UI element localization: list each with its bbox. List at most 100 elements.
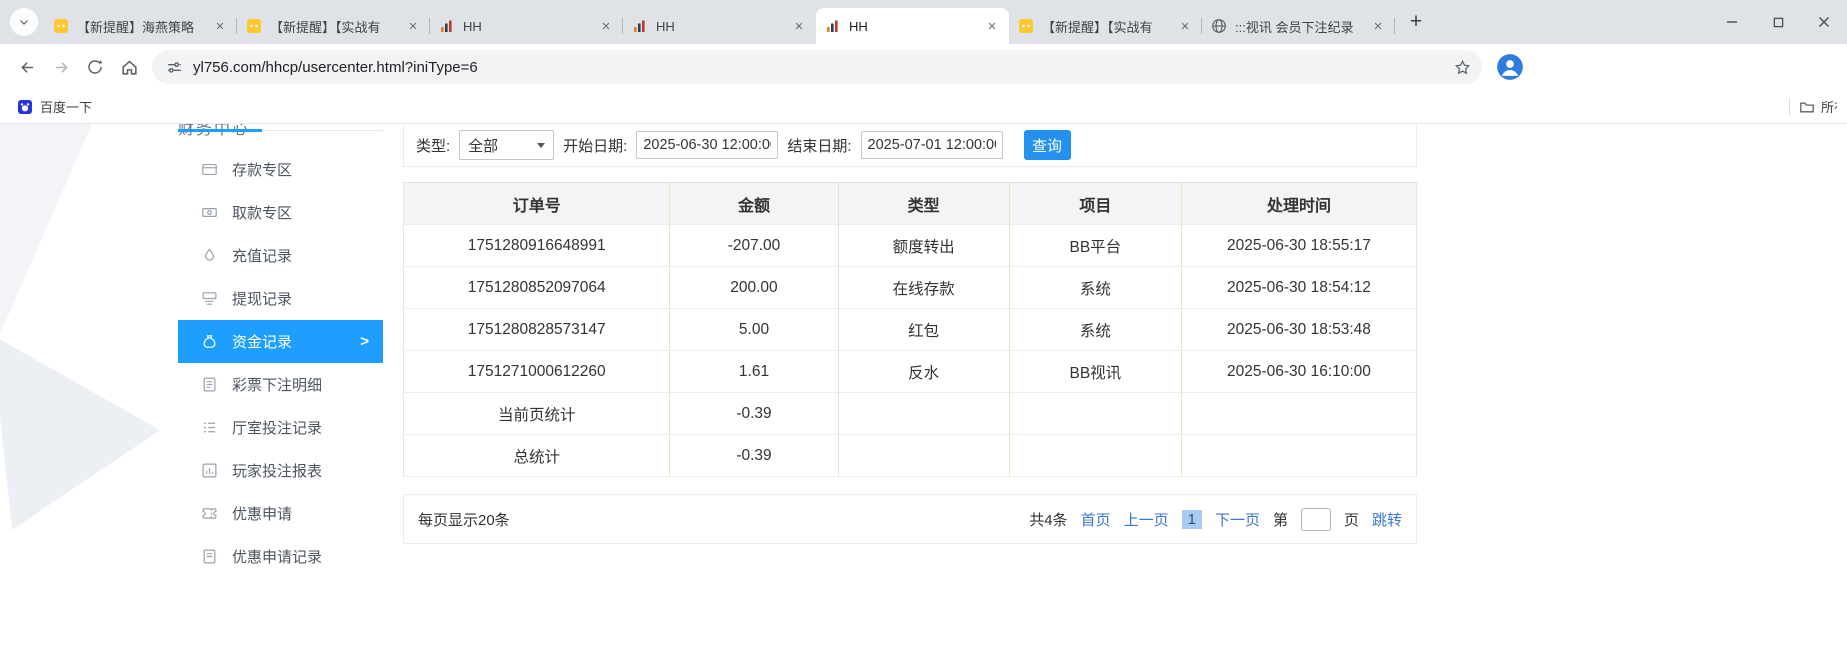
- baidu-favicon: [17, 99, 33, 115]
- browser-tab-6[interactable]: 【新提醒】【实战有: [1009, 8, 1202, 44]
- site-controls-icon[interactable]: [166, 59, 183, 76]
- current-page-indicator: 1: [1182, 510, 1202, 529]
- address-bar[interactable]: yl756.com/hhcp/usercenter.html?iniType=6: [152, 50, 1482, 84]
- bank-card-icon: [201, 161, 218, 178]
- profile-avatar[interactable]: [1496, 53, 1524, 81]
- tab-title: HH: [463, 19, 592, 34]
- tab-close-icon[interactable]: [211, 18, 228, 35]
- sidebar-item-player-bet-report[interactable]: 玩家投注报表: [178, 449, 383, 492]
- home-button[interactable]: [112, 50, 146, 84]
- table-row: 1751280916648991 -207.00 额度转出 BB平台 2025-…: [404, 225, 1417, 267]
- url-text[interactable]: yl756.com/hhcp/usercenter.html?iniType=6: [193, 59, 1438, 76]
- browser-tab-5-active[interactable]: HH: [816, 8, 1009, 44]
- type-select[interactable]: 全部: [459, 130, 554, 160]
- back-button[interactable]: [10, 50, 44, 84]
- sidebar-item-recharge-record[interactable]: 充值记录: [178, 234, 383, 277]
- cell-order-no: 1751271000612260: [404, 351, 670, 393]
- bookmark-star-icon[interactable]: [1448, 53, 1476, 81]
- chevron-down-icon: [18, 16, 30, 28]
- cell-project: BB平台: [1009, 225, 1181, 267]
- chat-icon: [1018, 18, 1034, 34]
- sidebar-item-hall-bet-record[interactable]: 厅室投注记录: [178, 406, 383, 449]
- jump-prefix-label: 第: [1273, 509, 1288, 530]
- tab-title: :::视讯 会员下注纪录: [1235, 17, 1364, 36]
- sidebar-item-deposit-zone[interactable]: 存款专区: [178, 148, 383, 191]
- chevron-right-icon: >: [360, 333, 369, 350]
- cell-type: 额度转出: [838, 225, 1009, 267]
- browser-tab-2[interactable]: 【新提醒】【实战有: [237, 8, 430, 44]
- new-tab-button[interactable]: +: [1401, 7, 1431, 37]
- banknote-icon: [201, 204, 218, 221]
- sidebar-item-promo-apply-record[interactable]: 优惠申请记录: [178, 535, 383, 564]
- active-tab-underline: [178, 129, 262, 132]
- tab-close-icon[interactable]: [983, 18, 1000, 35]
- cell-empty: [1181, 435, 1416, 477]
- tab-title: 【新提醒】海燕策略: [77, 17, 206, 36]
- start-date-label: 开始日期:: [563, 135, 627, 156]
- sidebar-item-withdraw-zone[interactable]: 取款专区: [178, 191, 383, 234]
- cell-amount: 5.00: [670, 309, 838, 351]
- type-label: 类型:: [416, 135, 450, 156]
- tab-strip: 【新提醒】海燕策略 【新提醒】【实战有 HH HH HH 【新提醒】【实战有 :…: [0, 0, 1847, 44]
- document-record-icon: [201, 548, 218, 564]
- pagination-controls: 共4条 首页 上一页 1 下一页 第 页 跳转: [1029, 508, 1402, 531]
- cell-process-time: 2025-06-30 18:54:12: [1181, 267, 1416, 309]
- chat-icon: [53, 18, 69, 34]
- table-row: 1751280852097064 200.00 在线存款 系统 2025-06-…: [404, 267, 1417, 309]
- close-button[interactable]: [1801, 0, 1847, 44]
- jump-link[interactable]: 跳转: [1372, 509, 1402, 530]
- bookmark-baidu[interactable]: 百度一下: [10, 94, 99, 119]
- all-bookmarks-button[interactable]: 所有书签: [1799, 97, 1837, 116]
- table-row-grand-total: 总统计 -0.39: [404, 435, 1417, 477]
- sidebar-item-lottery-bet-detail[interactable]: 彩票下注明细: [178, 363, 383, 406]
- first-page-link[interactable]: 首页: [1081, 509, 1111, 530]
- sidebar-item-funds-record[interactable]: 资金记录 >: [178, 320, 383, 363]
- sidebar-item-promo-apply[interactable]: 优惠申请: [178, 492, 383, 535]
- bookmark-label: 百度一下: [40, 97, 92, 116]
- reload-button[interactable]: [78, 50, 112, 84]
- filter-bar: 类型: 全部 开始日期: 结束日期: 查询: [403, 124, 1417, 167]
- maximize-button[interactable]: [1755, 0, 1801, 44]
- cell-empty: [1009, 435, 1181, 477]
- tab-title: 【新提醒】【实战有: [1042, 17, 1171, 36]
- tab-close-icon[interactable]: [1369, 18, 1386, 35]
- tab-close-icon[interactable]: [790, 18, 807, 35]
- tab-search-button[interactable]: [10, 8, 38, 36]
- end-date-input[interactable]: [861, 131, 1003, 159]
- cell-project: 系统: [1009, 267, 1181, 309]
- sidebar-menu: 存款专区 取款专区 充值记录 提现记录 资金记录 > 彩票下注明: [178, 148, 383, 564]
- sidebar-header: 财务中心: [178, 124, 383, 131]
- cell-process-time: 2025-06-30 18:55:17: [1181, 225, 1416, 267]
- tab-close-icon[interactable]: [404, 18, 421, 35]
- all-bookmarks-label: 所有书签: [1821, 97, 1837, 116]
- browser-tab-1[interactable]: 【新提醒】海燕策略: [44, 8, 237, 44]
- cell-label: 总统计: [404, 435, 670, 477]
- query-button[interactable]: 查询: [1024, 130, 1071, 160]
- sidebar-item-label: 玩家投注报表: [232, 460, 322, 481]
- browser-tab-3[interactable]: HH: [430, 8, 623, 44]
- minimize-button[interactable]: [1709, 0, 1755, 44]
- chat-icon: [246, 18, 262, 34]
- prev-page-link[interactable]: 上一页: [1124, 509, 1169, 530]
- sidebar-item-label: 优惠申请记录: [232, 546, 322, 564]
- cell-order-no: 1751280828573147: [404, 309, 670, 351]
- per-page-text: 每页显示20条: [418, 509, 510, 530]
- next-page-link[interactable]: 下一页: [1215, 509, 1260, 530]
- sidebar-item-label: 优惠申请: [232, 503, 292, 524]
- table-row-page-total: 当前页统计 -0.39: [404, 393, 1417, 435]
- browser-tab-7[interactable]: :::视讯 会员下注纪录: [1202, 8, 1395, 44]
- table-header-row: 订单号 金额 类型 项目 处理时间: [404, 183, 1417, 225]
- start-date-input[interactable]: [636, 131, 778, 159]
- cell-amount: 200.00: [670, 267, 838, 309]
- sidebar-item-withdrawal-record[interactable]: 提现记录: [178, 277, 383, 320]
- cell-order-no: 1751280916648991: [404, 225, 670, 267]
- tab-close-icon[interactable]: [1176, 18, 1193, 35]
- tab-close-icon[interactable]: [597, 18, 614, 35]
- funds-record-table: 订单号 金额 类型 项目 处理时间 1751280916648991 -207.…: [403, 182, 1417, 477]
- browser-tab-4[interactable]: HH: [623, 8, 816, 44]
- pagination-bar: 每页显示20条 共4条 首页 上一页 1 下一页 第 页 跳转: [403, 494, 1417, 544]
- forward-button[interactable]: [44, 50, 78, 84]
- bookmarks-bar-right: 所有书签: [1780, 97, 1837, 116]
- page-number-input[interactable]: [1301, 508, 1331, 531]
- globe-icon: [1211, 18, 1227, 34]
